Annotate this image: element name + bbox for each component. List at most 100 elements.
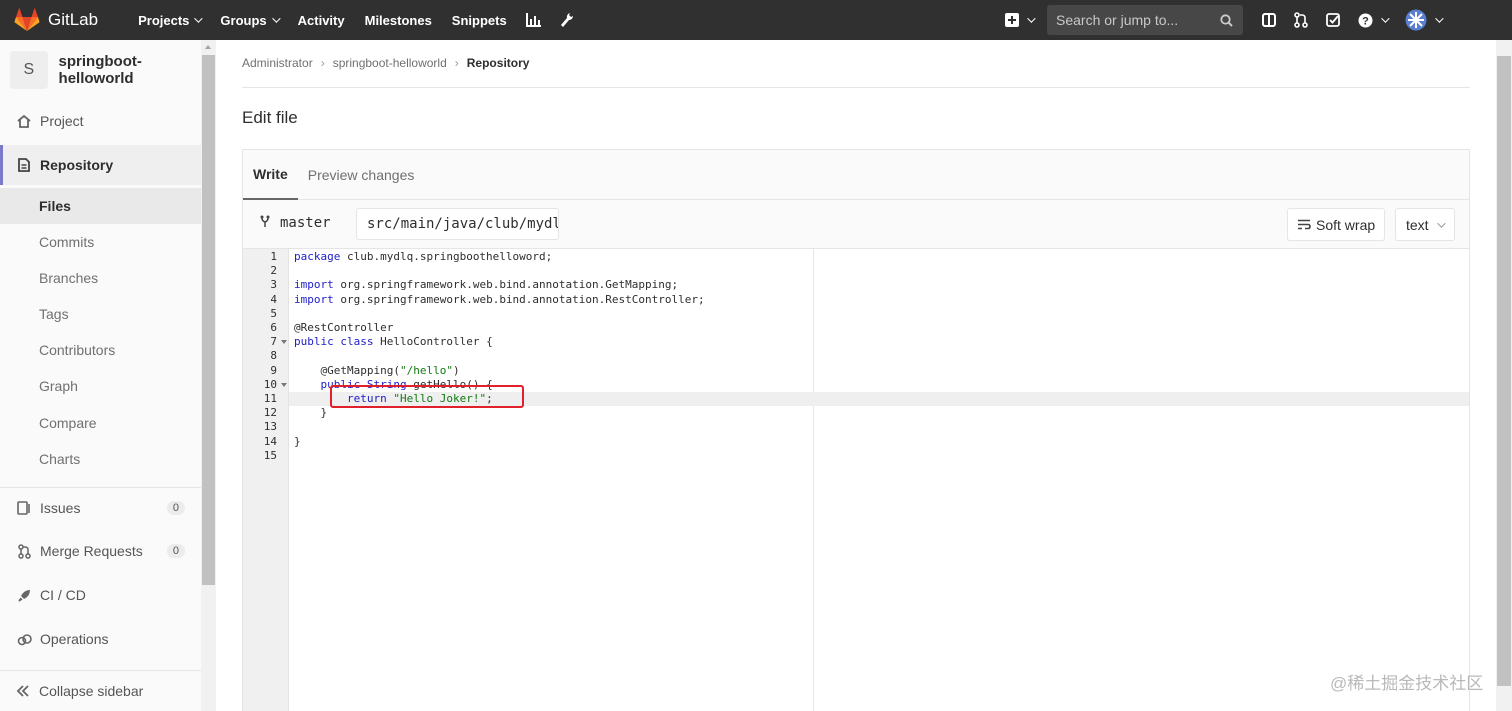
issues-icon [16,500,32,516]
code-line: import org.springframework.web.bind.anno… [294,292,705,306]
code-line: } [294,434,301,448]
breadcrumb-administrator[interactable]: Administrator [242,56,313,70]
sidebar-sub-branches[interactable]: Branches [0,260,201,296]
sidebar-sub-files[interactable]: Files [0,188,201,224]
sidebar-scrollbar-thumb[interactable] [202,55,215,585]
merge-request-icon[interactable] [1285,0,1317,40]
home-icon [16,113,32,129]
branch-label: master [280,215,331,231]
sidebar-sub-tags[interactable]: Tags [0,296,201,332]
doc-icon [16,157,32,173]
file-editor: Write Preview changes master src/main/ja… [242,149,1470,711]
line-number: 8 [270,349,277,363]
nav-activity[interactable]: Activity [288,0,355,40]
issues-count-badge: 0 [166,500,185,515]
code-line: public class HelloController { [294,335,493,349]
nav-projects-label: Projects [138,12,190,28]
sidebar-item-label: CI / CD [40,587,86,603]
collapse-sidebar-button[interactable]: Collapse sidebar [0,670,201,711]
project-sidebar: S springboot-helloworld Project Reposito… [0,40,216,711]
chevron-down-icon [1435,14,1444,23]
user-avatar-icon[interactable] [1396,0,1450,40]
fold-arrow-icon[interactable] [281,382,287,387]
search-input[interactable] [1056,12,1206,28]
code-editor[interactable]: 1 2 3 4 5 6 7 8 9 10 11 12 13 14 15 package club.mydlq… [243,249,1469,711]
sidebar-sub-charts[interactable]: Charts [0,441,201,477]
code-line: @GetMapping("/hello") [320,363,460,377]
chevron-down-icon [271,14,281,23]
soft-wrap-label: Soft wrap [1316,216,1376,233]
sidebar-item-issues[interactable]: Issues 0 [0,487,201,527]
sidebar-item-label: Project [40,113,84,129]
help-icon[interactable]: ? [1349,0,1396,40]
tab-write[interactable]: Write [243,150,298,200]
file-mode-select[interactable]: text [1395,208,1455,241]
breadcrumb-chevron-icon: › [320,56,325,70]
editor-tabs: Write Preview changes [243,150,1469,200]
sidebar-sub-commits[interactable]: Commits [0,224,201,260]
cloud-icon [16,631,32,647]
line-number: 3 [270,278,277,292]
sidebar-item-ci-cd[interactable]: CI / CD [0,575,201,615]
chart-icon[interactable] [517,0,551,40]
file-title-bar: master src/main/java/club/mydlq/springbo… [243,200,1469,249]
sidebar-item-label: Issues [40,499,81,516]
code-line: import org.springframework.web.bind.anno… [294,278,679,292]
nav-right: ? [996,0,1450,40]
sidebar-item-label: Repository [40,157,114,173]
file-path-input[interactable]: src/main/java/club/mydlq/springboothello… [356,208,559,240]
code-line: @RestController [294,321,394,334]
nav-milestones[interactable]: Milestones [355,0,442,40]
page-scrollbar-thumb[interactable] [1497,56,1511,686]
sidebar-item-operations[interactable]: Operations [0,619,201,659]
branch-icon [260,215,270,231]
wrench-icon[interactable] [551,0,583,40]
sidebar-item-merge-requests[interactable]: Merge Requests 0 [0,531,201,571]
fold-arrow-icon[interactable] [281,340,287,345]
line-number: 13 [263,420,277,434]
line-number: 11 [263,392,277,405]
sidebar-sub-compare[interactable]: Compare [0,405,201,441]
breadcrumb-project[interactable]: springboot-helloworld [333,56,447,70]
gitlab-logo-icon [14,8,40,31]
project-header[interactable]: S springboot-helloworld [10,51,215,89]
plus-square-icon[interactable] [996,0,1036,40]
nav-groups[interactable]: Groups [210,0,287,40]
line-number-gutter: 1 2 3 4 5 6 7 8 9 10 11 12 13 14 15 [243,249,289,711]
breadcrumb-chevron-icon: › [454,56,459,70]
scroll-up-arrow-icon[interactable] [205,45,211,49]
sidebar-item-project[interactable]: Project [0,101,201,141]
sidebar-item-label: Merge Requests [40,543,143,559]
line-number: 5 [270,306,277,320]
top-navbar: GitLab Projects Groups Activity Mileston… [0,0,1512,40]
line-number: 1 [270,250,277,263]
rocket-icon [16,587,32,603]
brand[interactable]: GitLab [14,0,128,40]
nav-snippets[interactable]: Snippets [442,0,517,40]
sidebar-item-label: Operations [40,631,109,647]
highlight-annotation-box [330,385,524,408]
tab-preview-changes[interactable]: Preview changes [298,150,425,200]
line-number: 6 [270,321,277,334]
nav-projects[interactable]: Projects [128,0,210,40]
line-number: 14 [263,434,277,448]
search-icon[interactable] [1220,13,1233,27]
line-number: 12 [263,406,277,420]
todo-check-icon[interactable] [1317,0,1349,40]
search-box[interactable] [1047,5,1243,35]
sidebar-item-repository[interactable]: Repository [0,145,201,185]
sidebar-sub-graph[interactable]: Graph [0,368,201,404]
project-avatar: S [10,51,48,89]
merge-requests-count-badge: 0 [166,544,185,558]
line-number: 4 [270,292,277,306]
breadcrumb: Administrator › springboot-helloworld › … [242,56,1470,88]
sidebar-toggle-icon[interactable] [1253,0,1285,40]
breadcrumb-repository[interactable]: Repository [467,56,530,70]
nav-groups-label: Groups [220,12,267,28]
branch-name: master [260,215,331,231]
soft-wrap-button[interactable]: Soft wrap [1287,208,1385,241]
file-mode-value: text [1406,216,1429,233]
line-number: 9 [270,363,277,377]
page-title: Edit file [242,108,298,127]
sidebar-sub-contributors[interactable]: Contributors [0,332,201,368]
